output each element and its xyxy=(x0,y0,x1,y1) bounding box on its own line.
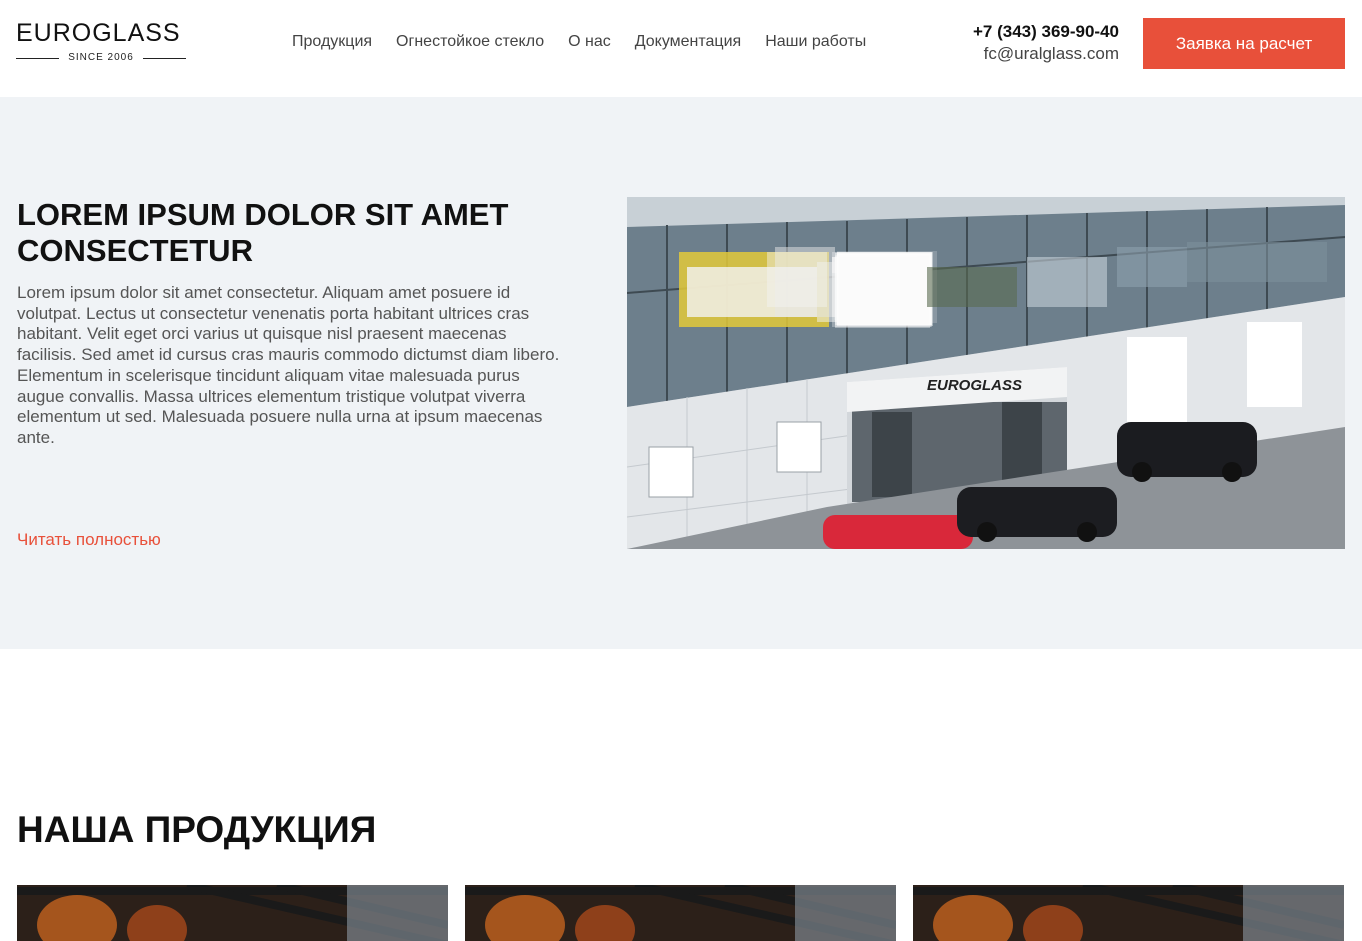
logo-tagline: SINCE 2006 xyxy=(16,52,186,64)
read-more-link[interactable]: Читать полностью xyxy=(17,530,161,550)
hero-title: LOREM IPSUM DOLOR SIT AMET CONSECTETUR xyxy=(17,197,509,268)
header-contacts: +7 (343) 369-90-40 fc@uralglass.com xyxy=(973,22,1119,64)
product-thumbnail xyxy=(913,885,1344,941)
nav-link-documentation[interactable]: Документация xyxy=(635,32,741,52)
hero-building-photo: EUROGLASS xyxy=(627,197,1345,549)
building-sign-text: EUROGLASS xyxy=(927,377,1022,394)
hero-description: Lorem ipsum dolor sit amet consectetur. … xyxy=(17,283,560,447)
product-thumbnail xyxy=(465,885,896,941)
logo-divider-right xyxy=(142,57,186,59)
logo[interactable]: EUROGLASS SINCE 2006 xyxy=(16,20,186,66)
nav-link-about[interactable]: О нас xyxy=(568,32,611,52)
product-thumbnail xyxy=(17,885,448,941)
nav-link-portfolio[interactable]: Наши работы xyxy=(765,32,866,52)
nav-link-products[interactable]: Продукция xyxy=(292,32,372,52)
request-quote-button[interactable]: Заявка на расчет xyxy=(1143,18,1345,69)
hero-section: LOREM IPSUM DOLOR SIT AMET CONSECTETUR L… xyxy=(0,97,1362,649)
logo-wordmark: EUROGLASS xyxy=(16,19,181,47)
products-section-title: НАША ПРОДУКЦИЯ xyxy=(17,809,377,850)
main-nav: Продукция Огнестойкое стекло О нас Докум… xyxy=(292,32,866,52)
logo-divider-left xyxy=(16,57,60,59)
email-link[interactable]: fc@uralglass.com xyxy=(973,44,1119,64)
logo-since-text: SINCE 2006 xyxy=(68,52,134,63)
product-card[interactable] xyxy=(465,885,896,941)
nav-link-fireproof-glass[interactable]: Огнестойкое стекло xyxy=(396,32,544,52)
phone-link[interactable]: +7 (343) 369-90-40 xyxy=(973,22,1119,42)
building-illustration: EUROGLASS xyxy=(627,197,1345,549)
product-card[interactable] xyxy=(913,885,1344,941)
site-header: EUROGLASS SINCE 2006 Продукция Огнестойк… xyxy=(0,0,1362,97)
product-card[interactable] xyxy=(17,885,448,941)
